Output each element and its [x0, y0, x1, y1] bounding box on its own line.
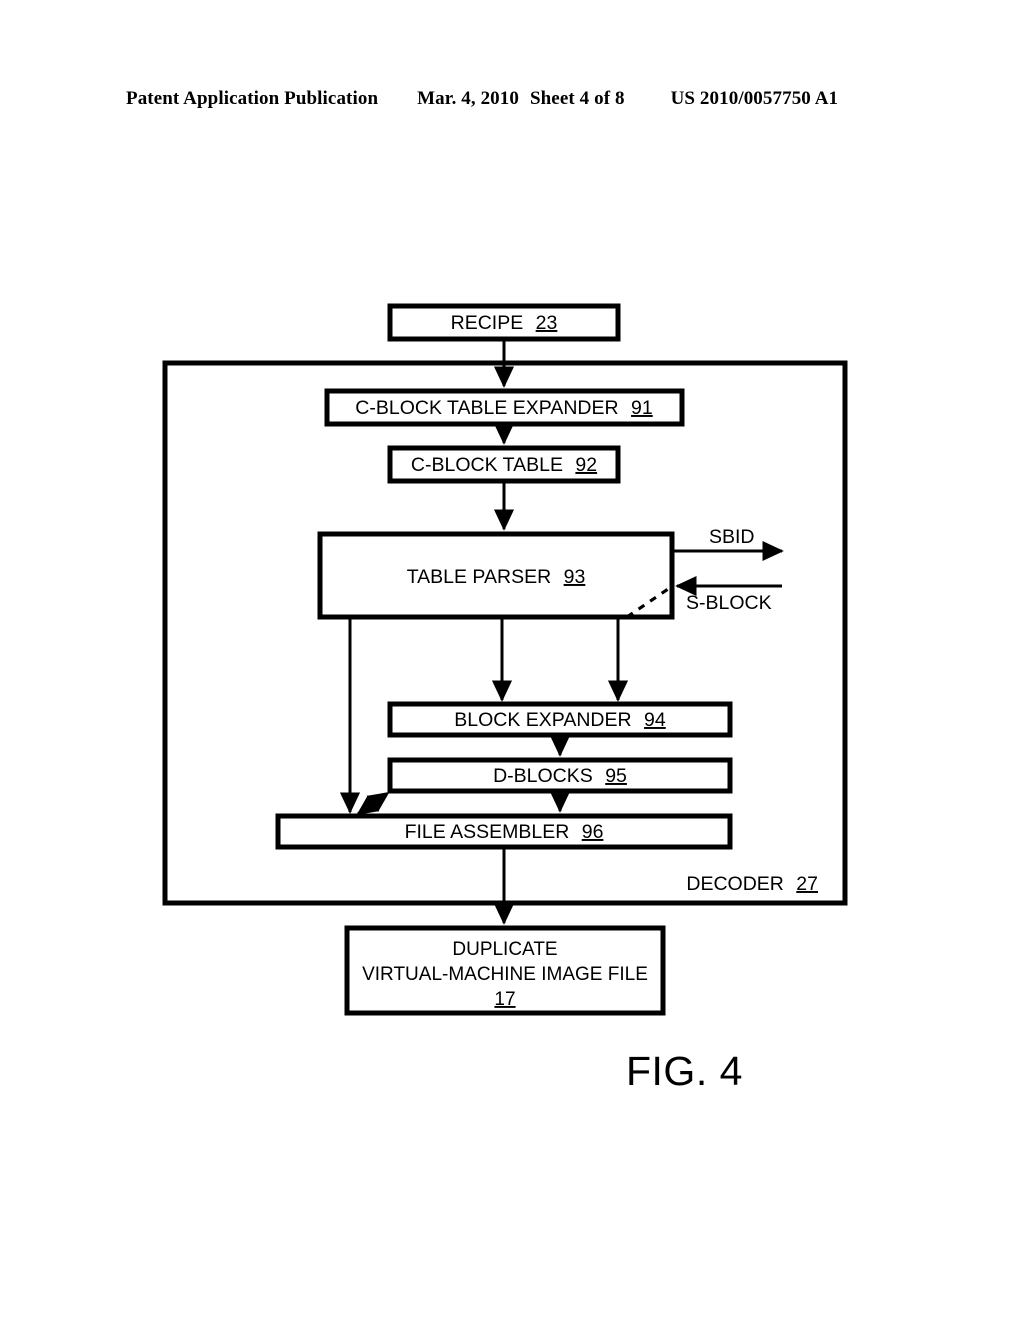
signal-label-sbid: SBID [709, 526, 755, 548]
block-d-blocks: D-BLOCKS 95 [387, 757, 733, 794]
block-recipe: RECIPE 23 [387, 303, 621, 342]
decoder-label-ref: 27 [796, 873, 818, 895]
figure-4: RECIPE 23 C-BLOCK TABLE EXPANDER 91 C-BL… [0, 0, 1024, 1320]
patent-page: Patent Application Publication Mar. 4, 2… [0, 0, 1024, 1320]
duplicate-image-ref: 17 [494, 989, 515, 1010]
svg-text:D-BLOCKS 95: D-BLOCKS 95 [493, 765, 627, 787]
decoder-label-text: DECODER [686, 873, 784, 895]
block-cblock-table-expander-label: C-BLOCK TABLE EXPANDER [355, 397, 618, 419]
block-block-expander-ref: 94 [644, 709, 666, 731]
block-table-parser-label: TABLE PARSER [407, 566, 552, 588]
block-duplicate-vm-image-file: DUPLICATE VIRTUAL-MACHINE IMAGE FILE 17 [344, 925, 666, 1016]
block-file-assembler: FILE ASSEMBLER 96 [275, 813, 733, 850]
block-cblock-table-ref: 92 [575, 454, 597, 476]
figure-caption: FIG. 4 [626, 1048, 743, 1094]
svg-text:RECIPE 23: RECIPE 23 [451, 312, 558, 334]
svg-text:FILE ASSEMBLER 96: FILE ASSEMBLER 96 [405, 821, 604, 843]
svg-text:BLOCK EXPANDER 94: BLOCK EXPANDER 94 [454, 709, 666, 731]
duplicate-image-line1: DUPLICATE [452, 939, 557, 960]
block-cblock-table: C-BLOCK TABLE 92 [387, 445, 621, 484]
block-block-expander-label: BLOCK EXPANDER [454, 709, 631, 731]
block-d-blocks-label: D-BLOCKS [493, 765, 593, 787]
block-table-parser-ref: 93 [564, 566, 586, 588]
signal-label-s-block: S-BLOCK [686, 592, 772, 614]
block-file-assembler-ref: 96 [582, 821, 604, 843]
block-cblock-table-expander: C-BLOCK TABLE EXPANDER 91 [324, 388, 685, 427]
block-d-blocks-ref: 95 [605, 765, 627, 787]
duplicate-image-line2: VIRTUAL-MACHINE IMAGE FILE [362, 964, 648, 985]
block-recipe-label: RECIPE [451, 312, 524, 334]
block-cblock-table-expander-ref: 91 [631, 397, 653, 419]
svg-text:C-BLOCK TABLE EXPANDER: C-BLOCK TABLE EXPANDER 91 [355, 397, 652, 419]
block-recipe-ref: 23 [536, 312, 558, 334]
dashed-link-file-assembler-to-d-blocks [356, 791, 390, 816]
block-file-assembler-label: FILE ASSEMBLER [405, 821, 570, 843]
block-cblock-table-label: C-BLOCK TABLE [411, 454, 563, 476]
block-block-expander: BLOCK EXPANDER 94 [387, 701, 733, 738]
block-table-parser: TABLE PARSER 93 [317, 531, 675, 620]
decoder-block-diagram: RECIPE 23 C-BLOCK TABLE EXPANDER 91 C-BL… [162, 303, 848, 1094]
decoder-container-label: DECODER 27 [686, 873, 818, 895]
